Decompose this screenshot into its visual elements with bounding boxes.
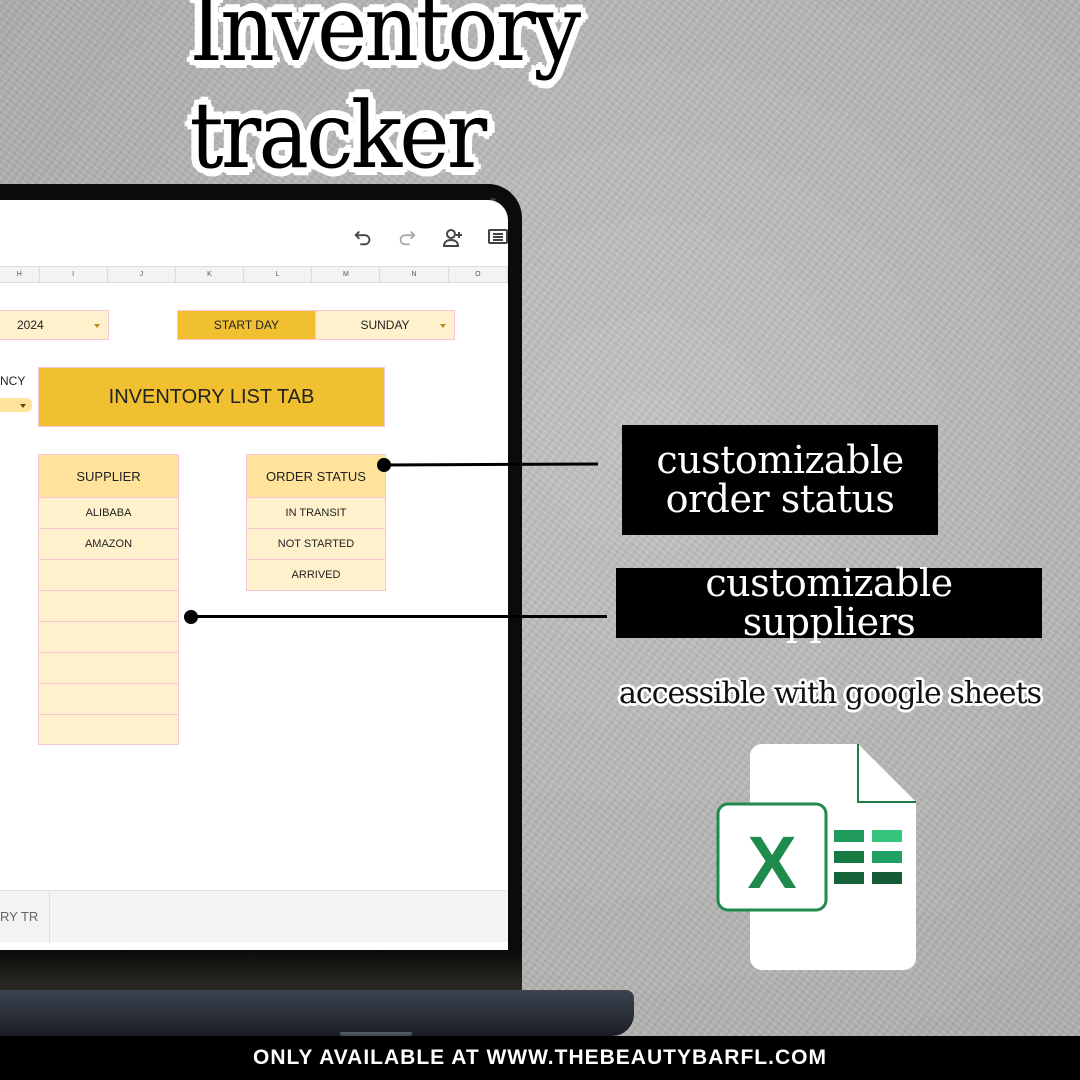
- column-header[interactable]: L: [244, 267, 313, 282]
- supplier-cell[interactable]: [38, 714, 179, 745]
- start-day-label: START DAY: [177, 310, 316, 340]
- order-status-header: ORDER STATUS: [246, 454, 386, 498]
- connector-line: [383, 462, 599, 467]
- spreadsheet-screen: H I J K L M N O 2024 START DAY SUNDAY NC…: [0, 200, 508, 950]
- connector-line: [191, 615, 607, 618]
- chevron-down-icon: [94, 324, 100, 328]
- start-day-value: SUNDAY: [360, 318, 410, 332]
- order-status-cell[interactable]: NOT STARTED: [246, 528, 386, 560]
- column-headers: H I J K L M N O: [0, 266, 508, 283]
- inventory-list-banner: INVENTORY LIST TAB: [38, 367, 385, 427]
- column-header[interactable]: K: [176, 267, 245, 282]
- svg-text:X: X: [747, 821, 796, 904]
- column-header[interactable]: N: [380, 267, 449, 282]
- share-add-person-icon[interactable]: [441, 226, 465, 250]
- toolbar: [0, 200, 508, 266]
- spreadsheet-file-icon: X: [716, 740, 918, 976]
- callout-order-status: customizable order status: [622, 425, 938, 535]
- supplier-cell[interactable]: [38, 621, 179, 653]
- page-title: Inventory tracker: [189, 0, 582, 189]
- supplier-cell[interactable]: [38, 559, 179, 591]
- supplier-cell[interactable]: ALIBABA: [38, 497, 179, 529]
- accessible-note: accessible with google sheets: [619, 676, 1042, 711]
- supplier-header: SUPPLIER: [38, 454, 179, 498]
- redo-icon[interactable]: [396, 226, 420, 250]
- chevron-down-icon: [440, 324, 446, 328]
- supplier-cell[interactable]: [38, 652, 179, 684]
- column-header[interactable]: O: [449, 267, 508, 282]
- supplier-cell[interactable]: [38, 683, 179, 715]
- supplier-cell[interactable]: [38, 590, 179, 622]
- order-status-cell[interactable]: IN TRANSIT: [246, 497, 386, 529]
- year-value: 2024: [17, 318, 44, 332]
- footer-banner: ONLY AVAILABLE AT WWW.THEBEAUTYBARFL.COM: [0, 1036, 1080, 1080]
- column-header[interactable]: J: [108, 267, 176, 282]
- order-status-cell[interactable]: ARRIVED: [246, 559, 386, 591]
- callout-suppliers: customizable suppliers: [616, 564, 1042, 641]
- start-day-dropdown[interactable]: SUNDAY: [315, 310, 455, 340]
- chevron-down-icon: [20, 404, 26, 408]
- column-header[interactable]: M: [312, 267, 381, 282]
- sheet-tab[interactable]: RY TR: [0, 891, 50, 943]
- undo-icon[interactable]: [352, 226, 376, 250]
- year-dropdown[interactable]: 2024: [0, 310, 109, 340]
- column-header[interactable]: I: [40, 267, 108, 282]
- laptop-chin: [0, 950, 522, 990]
- supplier-cell[interactable]: AMAZON: [38, 528, 179, 560]
- currency-label: NCY: [0, 374, 26, 388]
- sheet-tab-bar: RY TR: [0, 890, 508, 943]
- laptop-base: [0, 990, 634, 1036]
- comments-icon[interactable]: [486, 226, 508, 250]
- column-header[interactable]: H: [0, 267, 40, 282]
- currency-dropdown[interactable]: [0, 398, 32, 412]
